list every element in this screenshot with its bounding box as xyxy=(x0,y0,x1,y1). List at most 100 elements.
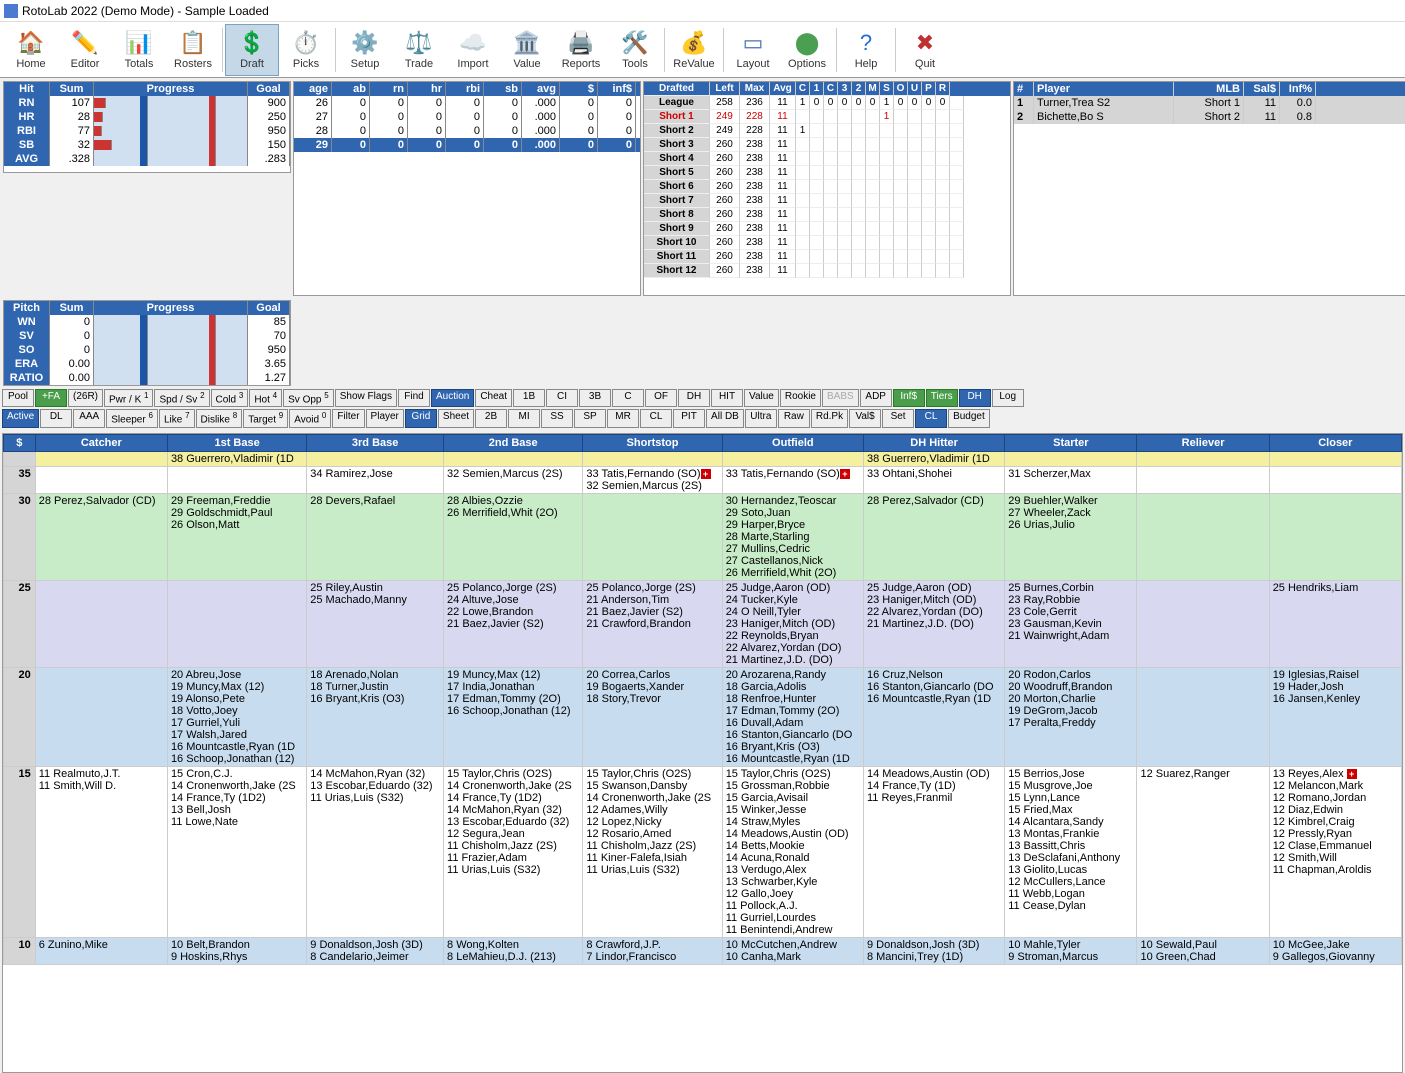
player-entry[interactable]: 16 Stanton,Giancarlo (DO xyxy=(726,729,860,741)
player-entry[interactable]: 15 Taylor,Chris (O2S) xyxy=(447,768,579,780)
filter-mr[interactable]: MR xyxy=(607,409,639,427)
player-entry[interactable]: 11 Chisholm,Jazz (2S) xyxy=(586,840,718,852)
filter-c[interactable]: C xyxy=(612,389,644,407)
player-entry[interactable]: 20 Rodon,Carlos xyxy=(1008,669,1133,681)
player-entry[interactable]: 29 Freeman,Freddie xyxy=(171,495,303,507)
player-entry[interactable]: 22 Reynolds,Bryan xyxy=(726,630,860,642)
toolbar-editor[interactable]: ✏️Editor xyxy=(58,24,112,76)
filter-avoid[interactable]: Avoid 0 xyxy=(289,409,331,427)
player-entry[interactable]: 14 Acuna,Ronald xyxy=(726,852,860,864)
filter-adp[interactable]: ADP xyxy=(860,389,892,407)
player-entry[interactable]: 21 Martinez,J.D. (DO) xyxy=(726,654,860,666)
player-entry[interactable]: 11 Gurriel,Lourdes xyxy=(726,912,860,924)
filter-ultra[interactable]: Ultra xyxy=(745,409,777,427)
toolbar-trade[interactable]: ⚖️Trade xyxy=(392,24,446,76)
toolbar-revalue[interactable]: 💰ReValue xyxy=(667,24,721,76)
player-entry[interactable]: 11 Pollock,A.J. xyxy=(726,900,860,912)
toolbar-quit[interactable]: ✖Quit xyxy=(898,24,952,76)
player-entry[interactable]: 24 Altuve,Jose xyxy=(447,594,579,606)
player-entry[interactable]: 13 Escobar,Eduardo (32) xyxy=(310,780,440,792)
filter-active[interactable]: Active xyxy=(2,409,39,427)
player-entry[interactable]: 13 Montas,Frankie xyxy=(1008,828,1133,840)
player-entry[interactable]: 11 Urias,Luis (S32) xyxy=(310,792,440,804)
filter-cold[interactable]: Cold 3 xyxy=(211,389,249,407)
player-entry[interactable]: 16 Schoop,Jonathan (12) xyxy=(171,753,303,765)
player-entry[interactable]: 21 Wainwright,Adam xyxy=(1008,630,1133,642)
player-entry[interactable]: 6 Zunino,Mike xyxy=(39,939,164,951)
player-entry[interactable]: 15 Winker,Jesse xyxy=(726,804,860,816)
player-entry[interactable]: 18 Arenado,Nolan xyxy=(310,669,440,681)
player-entry[interactable]: 14 McMahon,Ryan (32) xyxy=(447,804,579,816)
filter-fa[interactable]: +FA xyxy=(35,389,67,407)
player-entry[interactable]: 14 Straw,Myles xyxy=(726,816,860,828)
player-entry[interactable]: 27 Wheeler,Zack xyxy=(1008,507,1133,519)
player-entry[interactable]: 13 Escobar,Eduardo (32) xyxy=(447,816,579,828)
player-entry[interactable]: 24 O Neill,Tyler xyxy=(726,606,860,618)
filter-svopp[interactable]: Sv Opp 5 xyxy=(283,389,334,407)
player-entry[interactable]: 16 Stanton,Giancarlo (DO xyxy=(867,681,1001,693)
filter-spdsv[interactable]: Spd / Sv 2 xyxy=(154,389,209,407)
player-entry[interactable]: 10 McGee,Jake xyxy=(1273,939,1398,951)
filter-dl[interactable]: DL xyxy=(40,409,72,427)
player-entry[interactable]: 28 Perez,Salvador (CD) xyxy=(39,495,164,507)
player-entry[interactable]: 32 Semien,Marcus (2S) xyxy=(447,468,579,480)
player-entry[interactable]: 13 Reyes,Alex + xyxy=(1273,768,1398,780)
player-entry[interactable]: 12 Rosario,Amed xyxy=(586,828,718,840)
player-entry[interactable]: 15 Swanson,Dansby xyxy=(586,780,718,792)
player-entry[interactable]: 9 Gallegos,Giovanny xyxy=(1273,951,1398,963)
player-entry[interactable]: 21 Baez,Javier (S2) xyxy=(447,618,579,630)
player-entry[interactable]: 10 McCutchen,Andrew xyxy=(726,939,860,951)
filter-pit[interactable]: PIT xyxy=(673,409,705,427)
player-entry[interactable]: 14 Alcantara,Sandy xyxy=(1008,816,1133,828)
player-entry[interactable]: 24 Tucker,Kyle xyxy=(726,594,860,606)
player-entry[interactable]: 26 Merrifield,Whit (2O) xyxy=(447,507,579,519)
player-entry[interactable]: 11 Urias,Luis (S32) xyxy=(447,864,579,876)
filter-raw[interactable]: Raw xyxy=(778,409,810,427)
player-entry[interactable]: 25 Hendriks,Liam xyxy=(1273,582,1398,594)
player-entry[interactable]: 22 Lowe,Brandon xyxy=(447,606,579,618)
player-entry[interactable]: 14 Cronenworth,Jake (2S xyxy=(586,792,718,804)
player-entry[interactable]: 25 Riley,Austin xyxy=(310,582,440,594)
player-entry[interactable]: 19 Hader,Josh xyxy=(1273,681,1398,693)
filter-tiers[interactable]: Tiers xyxy=(926,389,958,407)
filter-budget[interactable]: Budget xyxy=(948,409,990,427)
filter-like[interactable]: Like 7 xyxy=(159,409,195,427)
player-entry[interactable]: 25 Judge,Aaron (OD) xyxy=(867,582,1001,594)
player-entry[interactable]: 16 Bryant,Kris (O3) xyxy=(310,693,440,705)
player-entry[interactable]: 18 Turner,Justin xyxy=(310,681,440,693)
player-entry[interactable]: 22 Alvarez,Yordan (DO) xyxy=(726,642,860,654)
filter-sp[interactable]: SP xyxy=(574,409,606,427)
player-entry[interactable]: 18 Story,Trevor xyxy=(586,693,718,705)
filter-aaa[interactable]: AAA xyxy=(73,409,105,427)
player-entry[interactable]: 16 Mountcastle,Ryan (1D xyxy=(726,753,860,765)
player-entry[interactable]: 15 Musgrove,Joe xyxy=(1008,780,1133,792)
player-entry[interactable]: 12 Segura,Jean xyxy=(447,828,579,840)
player-entry[interactable]: 10 Canha,Mark xyxy=(726,951,860,963)
filter-val[interactable]: Val$ xyxy=(849,409,881,427)
player-entry[interactable]: 12 Gallo,Joey xyxy=(726,888,860,900)
player-entry[interactable]: 23 Haniger,Mitch (OD) xyxy=(726,618,860,630)
player-entry[interactable]: 14 Cronenworth,Jake (2S xyxy=(171,780,303,792)
toolbar-setup[interactable]: ⚙️Setup xyxy=(338,24,392,76)
player-entry[interactable]: 26 Urias,Julio xyxy=(1008,519,1133,531)
player-entry[interactable]: 11 Reyes,Franmil xyxy=(867,792,1001,804)
player-entry[interactable]: 17 Gurriel,Yuli xyxy=(171,717,303,729)
player-entry[interactable]: 9 Hoskins,Rhys xyxy=(171,951,303,963)
filter-pwrk[interactable]: Pwr / K 1 xyxy=(104,389,153,407)
player-entry[interactable]: 12 Kimbrel,Craig xyxy=(1273,816,1398,828)
filter-log[interactable]: Log xyxy=(992,389,1024,407)
player-entry[interactable]: 33 Ohtani,Shohei xyxy=(867,468,1001,480)
player-entry[interactable]: 19 Bogaerts,Xander xyxy=(586,681,718,693)
filter-dh[interactable]: DH xyxy=(959,389,991,407)
filter-dh[interactable]: DH xyxy=(678,389,710,407)
player-entry[interactable]: 18 Votto,Joey xyxy=(171,705,303,717)
player-entry[interactable]: 19 Muncy,Max (12) xyxy=(447,669,579,681)
player-entry[interactable]: 27 Mullins,Cedric xyxy=(726,543,860,555)
player-entry[interactable]: 16 Mountcastle,Ryan (1D xyxy=(867,693,1001,705)
player-entry[interactable]: 16 Mountcastle,Ryan (1D xyxy=(171,741,303,753)
filter-rdpk[interactable]: Rd.Pk xyxy=(811,409,848,427)
player-entry[interactable]: 30 Hernandez,Teoscar xyxy=(726,495,860,507)
filter-alldb[interactable]: All DB xyxy=(706,409,744,427)
player-entry[interactable]: 15 Grossman,Robbie xyxy=(726,780,860,792)
filter-value[interactable]: Value xyxy=(744,389,779,407)
